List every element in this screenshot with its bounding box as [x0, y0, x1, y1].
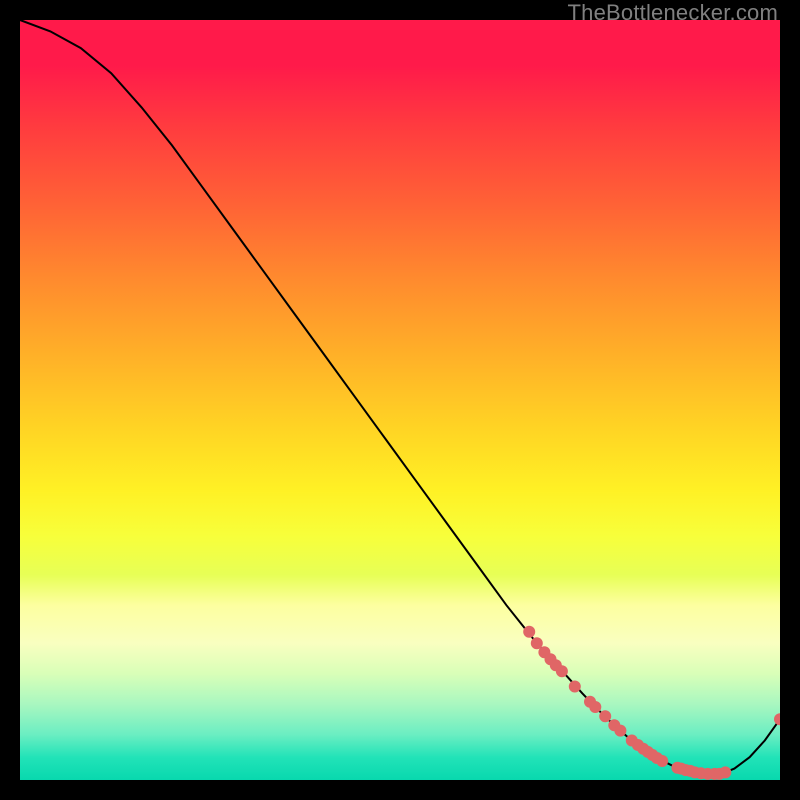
marker-pt-e2 — [589, 701, 601, 713]
bottleneck-curve-path — [20, 20, 780, 775]
chart-stage: TheBottlenecker.com — [0, 0, 800, 800]
chart-svg — [20, 20, 780, 780]
marker-pt-g2 — [614, 725, 626, 737]
marker-pt-a — [523, 626, 535, 638]
marker-pt-f — [599, 710, 611, 722]
marker-pt-d — [569, 681, 581, 693]
marker-dots — [523, 626, 780, 780]
marker-pt-end — [774, 713, 780, 725]
marker-pt-k3 — [719, 766, 731, 778]
plot-area — [20, 20, 780, 780]
watermark-text: TheBottlenecker.com — [568, 0, 778, 26]
marker-pt-i4 — [656, 755, 668, 767]
marker-pt-c4 — [556, 665, 568, 677]
